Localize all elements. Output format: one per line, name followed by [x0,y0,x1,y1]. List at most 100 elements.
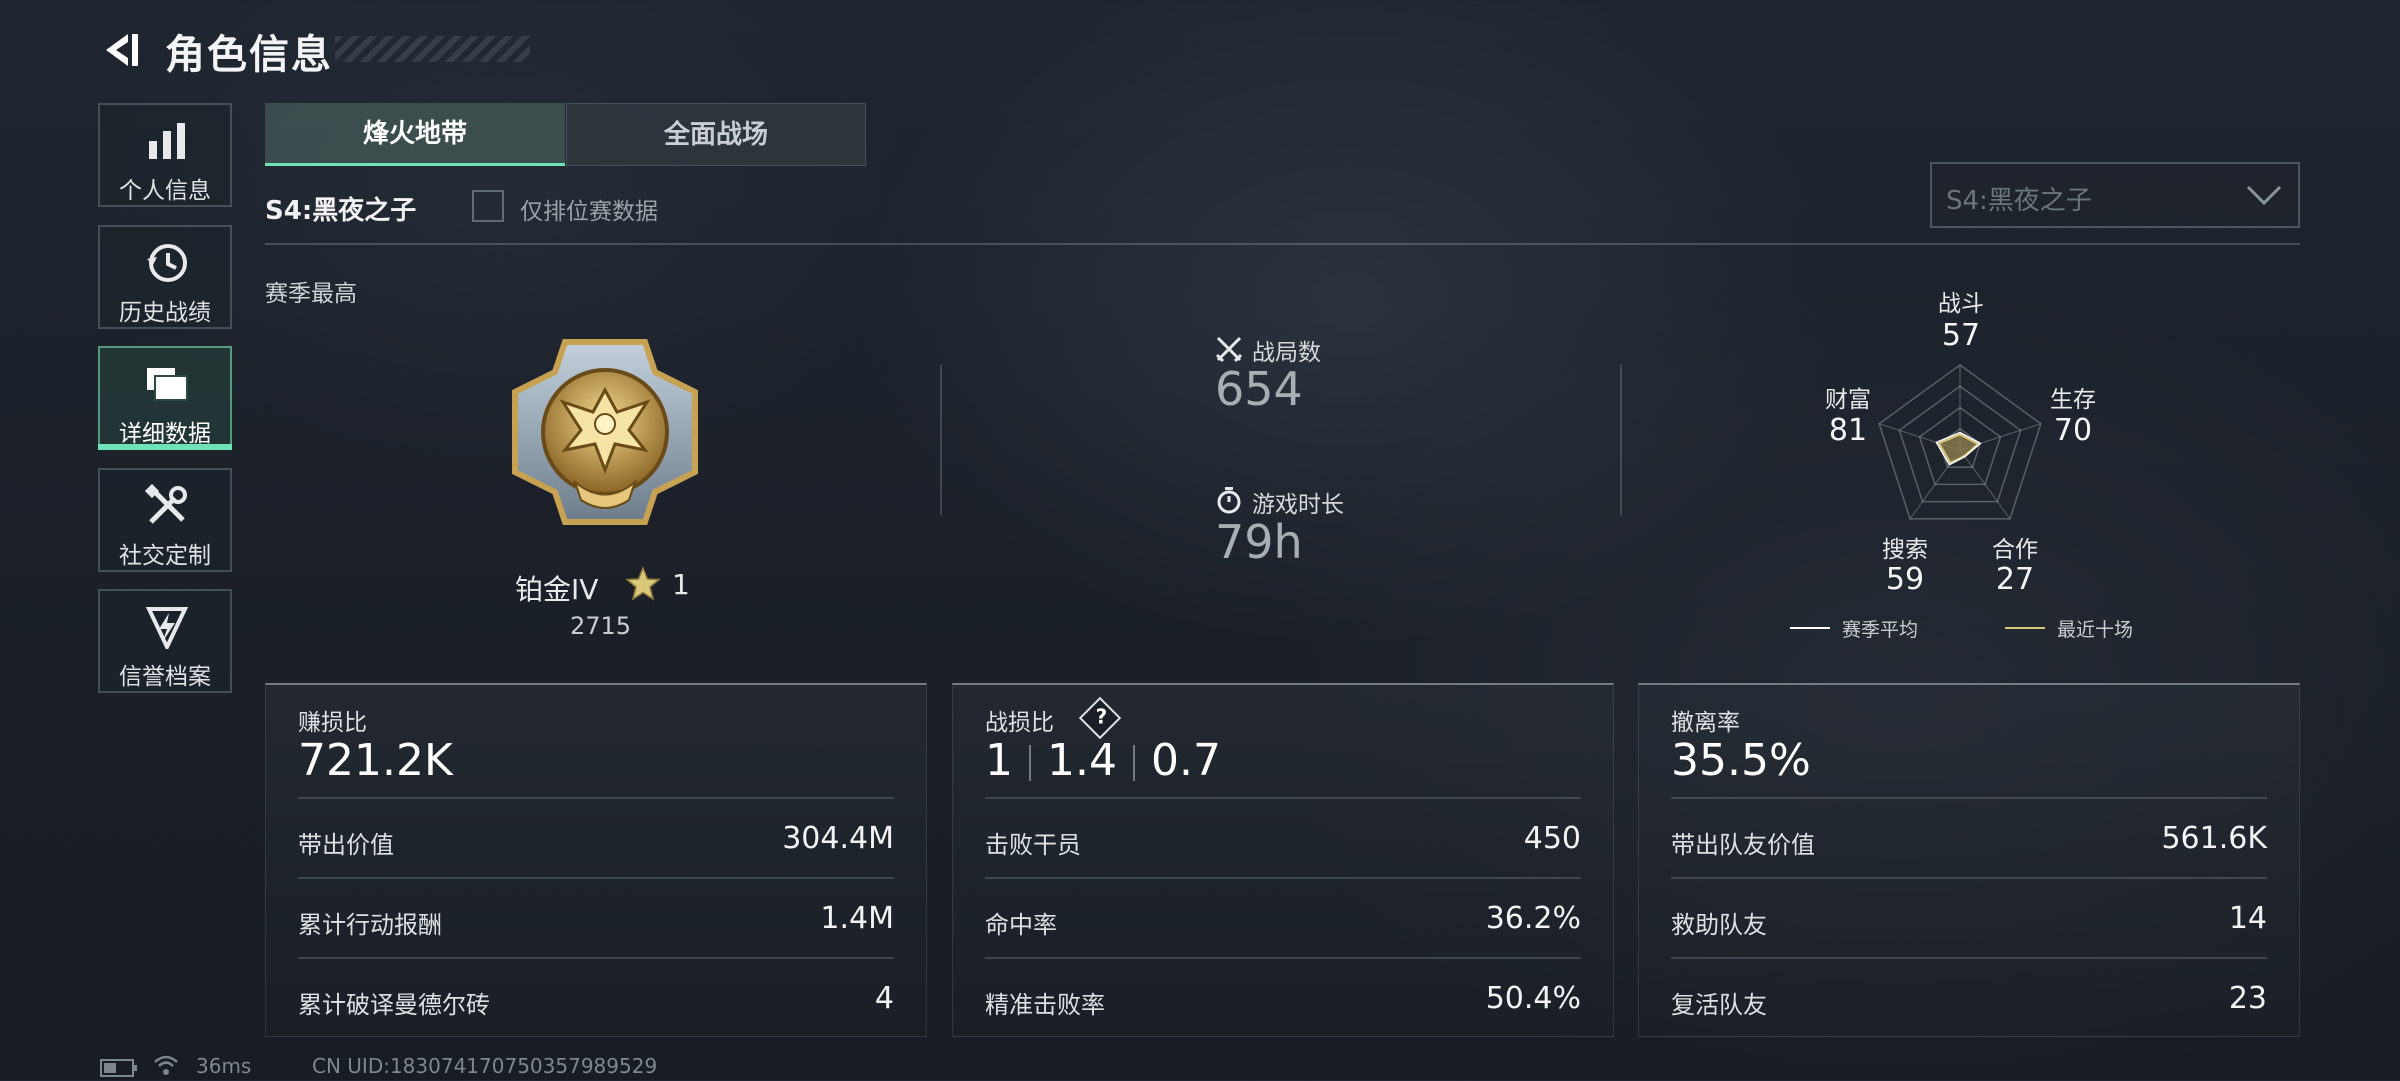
folders-icon [145,362,189,406]
user-uid: CN UID:18307417075035​7989529 [312,1054,658,1078]
page-title: 角色信息 [165,32,333,78]
sidebar-item-label: 详细数据 [119,421,211,447]
row-value: 1.4M [820,901,894,936]
battery-icon [100,1059,138,1077]
back-arrow-icon[interactable] [98,28,142,72]
row-value: 23 [2228,981,2267,1016]
table-row: 累计破译曼德尔砖 4 [298,957,894,1039]
radar-chart [1878,364,2042,520]
kd-value-3: 0.7 [1150,735,1221,786]
divider [1029,745,1031,781]
sidebar-item-details[interactable]: 详细数据 [98,346,232,450]
card-kd-ratio: 战损比 ? 1 1.4 0.7 击败干员 450 命中率 36.2% 精准击败率 5… [952,683,1614,1037]
row-key: 击败干员 [985,831,1081,859]
row-value: 50.4% [1485,981,1581,1016]
legend-recent: 最近十场 [2057,619,2134,641]
card-profit-ratio: 赚损比 721.2K 带出价值 304.4M 累计行动报酬 1.4M 累计破译曼… [265,683,927,1037]
sidebar-item-label: 个人信息 [119,178,211,204]
table-row: 救助队友 14 [1671,877,2267,959]
table-row: 命中率 36.2% [985,877,1581,959]
row-key: 带出价值 [298,831,394,859]
title-decoration [335,36,530,62]
table-row: 带出价值 304.4M [298,797,894,879]
radar-label-survival: 生存 [2050,387,2096,413]
divider [1620,365,1622,515]
help-icon[interactable]: ? [1078,696,1122,740]
rank-score: 2715 [570,612,632,640]
row-value: 304.4M [782,821,894,856]
playtime-label: 游戏时长 [1252,492,1344,518]
legend-line-season-avg [1790,627,1830,629]
chevron-down-icon [2244,181,2284,209]
sidebar-item-label: 信誉档案 [119,664,211,690]
row-value: 450 [1523,821,1581,856]
sidebar-item-label: 历史战绩 [119,300,211,326]
card-value: 721.2K [298,735,453,786]
kd-value-2: 1.4 [1047,735,1117,786]
tools-icon [144,483,189,528]
rank-medal-icon [505,332,705,532]
row-key: 精准击败率 [985,991,1105,1019]
season-best-label: 赛季最高 [265,281,357,307]
season-dropdown-value: S4:黑夜之子 [1946,186,2092,216]
radar-value-search: 59 [1885,562,1925,597]
season-title: S4:黑夜之子 [265,196,417,226]
divider [265,243,2300,245]
row-key: 累计行动报酬 [298,911,442,939]
sidebar-item-label: 社交定制 [119,543,211,569]
table-row: 精准击败率 50.4% [985,957,1581,1039]
divider [940,365,942,515]
matches-value: 654 [1215,362,1303,416]
table-row: 击败干员 450 [985,797,1581,879]
sidebar-item-profile[interactable]: 个人信息 [98,103,232,207]
wifi-icon [153,1054,179,1076]
table-row: 带出队友价值 561.6K [1671,797,2267,879]
active-indicator [98,444,232,450]
card-value: 35.5% [1671,735,1811,786]
ping-value: 36ms [196,1054,252,1078]
legend-line-recent [2005,627,2045,629]
row-key: 累计破译曼德尔砖 [298,991,490,1019]
bar-chart-icon [145,119,189,163]
radar-label-search: 搜索 [1882,537,1928,563]
tab-full-battlefield[interactable]: 全面战场 [566,103,866,166]
history-clock-icon [145,241,189,285]
radar-label-wealth: 财富 [1825,387,1871,413]
sidebar-item-reputation[interactable]: 信誉档案 [98,589,232,693]
sidebar-item-social[interactable]: 社交定制 [98,468,232,572]
row-key: 救助队友 [1671,911,1767,939]
table-row: 复活队友 23 [1671,957,2267,1039]
sidebar-item-history[interactable]: 历史战绩 [98,225,232,329]
row-key: 命中率 [985,911,1057,939]
legend-season-avg: 赛季平均 [1842,619,1919,641]
ranked-only-checkbox[interactable] [472,190,504,222]
star-icon [625,566,661,602]
radar-value-teamwork: 27 [1995,562,2035,597]
card-values: 1 1.4 0.7 [985,735,1221,786]
card-extraction-rate: 撤离率 35.5% 带出队友价值 561.6K 救助队友 14 复活队友 23 [1638,683,2300,1037]
card-label: 战损比 [985,710,1054,736]
help-glyph: ? [1095,704,1108,729]
ranked-only-label[interactable]: 仅排位赛数据 [520,192,658,226]
radar-label-teamwork: 合作 [1992,537,2038,563]
divider [1132,745,1135,781]
card-label: 赚损比 [298,710,367,736]
radar-label-combat: 战斗 [1938,291,1984,317]
rank-stars: 1 [672,568,690,601]
row-value: 14 [2228,901,2267,936]
tab-warzone[interactable]: 烽火地带 [265,103,565,166]
playtime-value: 79h [1215,515,1303,569]
radar-value-survival: 70 [2053,413,2093,448]
row-value: 36.2% [1485,901,1581,936]
crossed-swords-icon [1215,335,1243,363]
shield-bolt-icon [145,605,189,652]
row-value: 4 [874,981,894,1016]
rank-name: 铂金IV [515,573,599,606]
radar-value-combat: 57 [1941,318,1981,353]
row-value: 561.6K [2161,821,2267,856]
stopwatch-icon [1215,486,1243,514]
kd-value-1: 1 [985,735,1013,786]
season-dropdown[interactable]: S4:黑夜之子 [1930,162,2300,228]
card-label: 撤离率 [1671,710,1740,736]
row-key: 复活队友 [1671,991,1767,1019]
